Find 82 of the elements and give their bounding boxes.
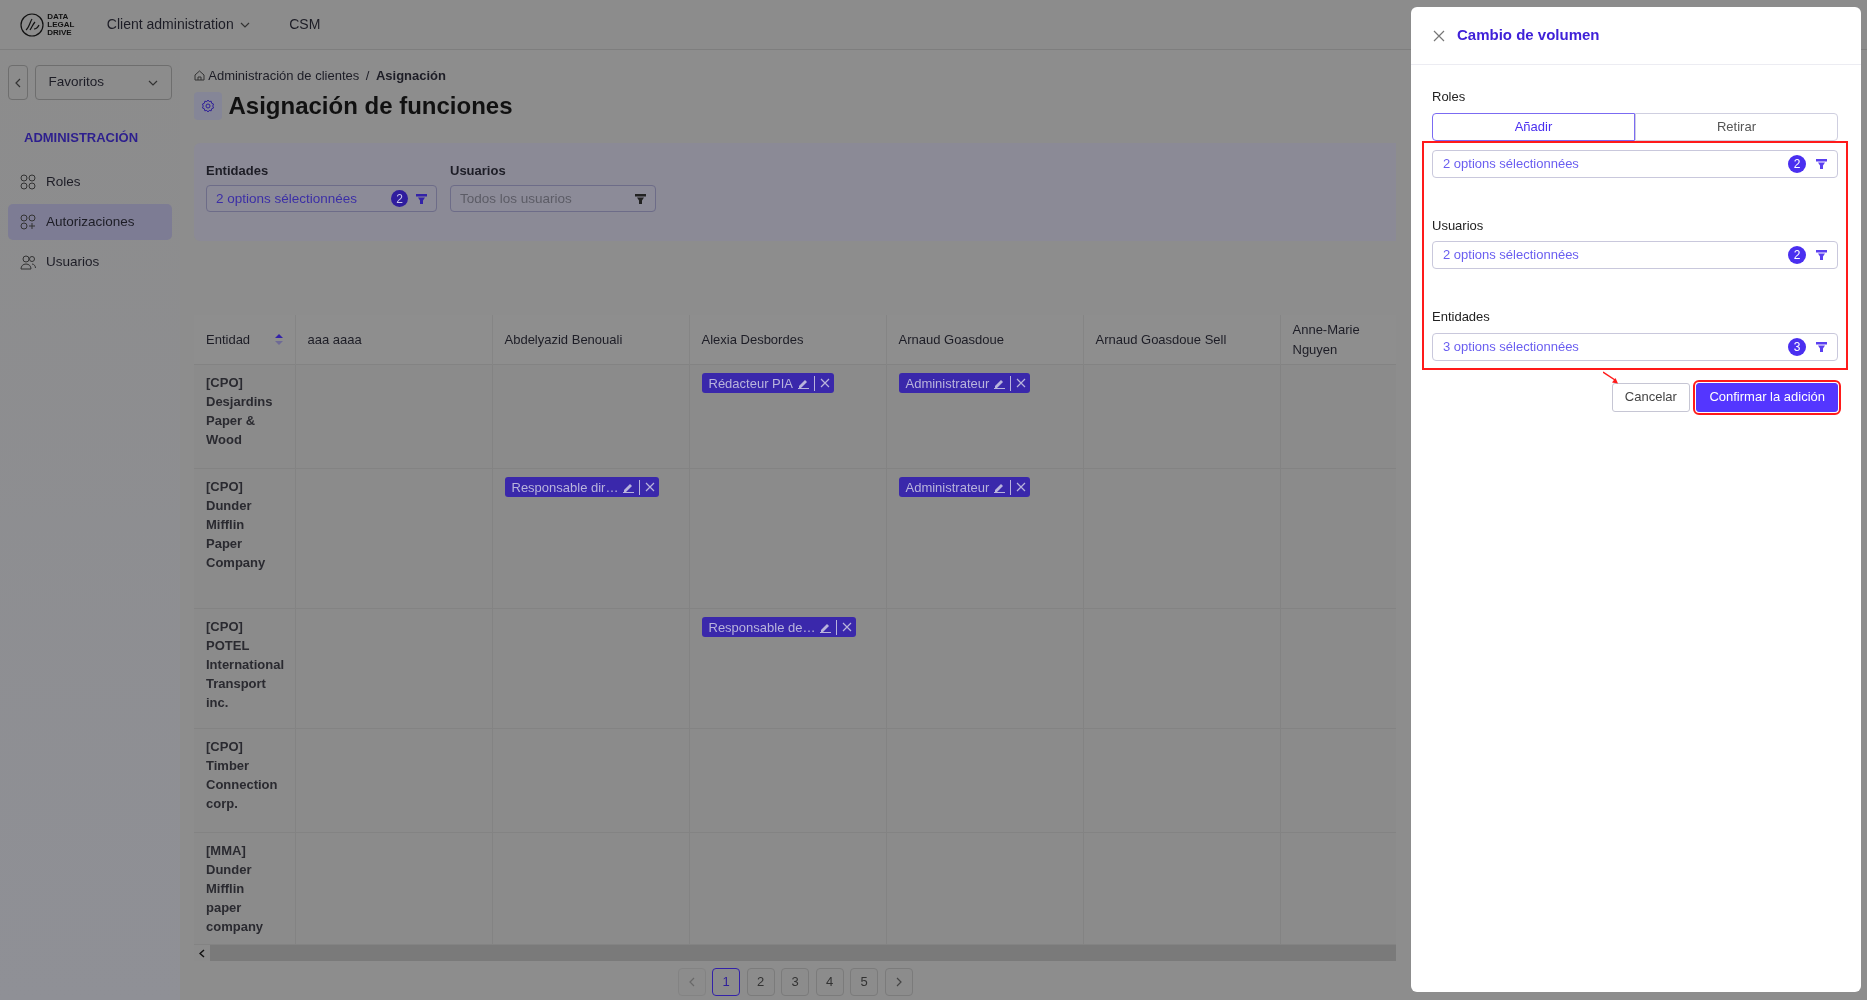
entity-name: [MMA] Dunder Mifflin paper company bbox=[206, 842, 265, 937]
count-badge: 2 bbox=[1788, 154, 1806, 173]
filter-icon bbox=[1816, 158, 1827, 169]
sidebar-item[interactable]: Autorizaciones bbox=[8, 203, 172, 240]
filter-icon bbox=[416, 193, 427, 204]
multi-select-field[interactable]: 3 options sélectionnées 3 bbox=[1432, 332, 1838, 361]
role-label: Responsable dir… bbox=[511, 478, 619, 497]
role-label: Administrateur bbox=[905, 374, 990, 393]
column-header: aaa aaaa bbox=[307, 330, 362, 349]
mode-tab[interactable]: Añadir bbox=[1432, 112, 1635, 141]
chevron-down-icon bbox=[148, 79, 158, 86]
nav-menu-item[interactable]: CSM bbox=[289, 14, 321, 35]
page-button[interactable]: 2 bbox=[746, 967, 775, 996]
page-title: Asignación de funciones bbox=[228, 92, 513, 121]
close-icon bbox=[1433, 29, 1445, 42]
entity-name: [CPO] Desjardins Paper & Wood bbox=[206, 374, 274, 450]
filter-label: Usuarios bbox=[450, 161, 507, 180]
column-header: Entidad bbox=[206, 330, 251, 349]
logo-icon bbox=[20, 12, 44, 37]
filter-icon bbox=[635, 193, 646, 204]
panel-title: Cambio de volumen bbox=[1457, 25, 1600, 46]
close-icon[interactable] bbox=[645, 482, 656, 493]
grid-plus-icon bbox=[20, 213, 36, 230]
close-button[interactable] bbox=[1433, 29, 1445, 42]
entity-name: [CPO] POTEL International Transport inc. bbox=[206, 618, 283, 713]
cancel-button[interactable]: Cancelar bbox=[1611, 382, 1690, 412]
horizontal-scrollbar[interactable] bbox=[194, 945, 1396, 962]
pencil-icon[interactable] bbox=[994, 481, 1006, 493]
column-header: Arnaud Goasdoue bbox=[898, 330, 1005, 349]
chevron-left-icon bbox=[688, 976, 695, 987]
count-badge: 2 bbox=[1788, 246, 1806, 264]
favorites-select[interactable]: Favoritos bbox=[34, 65, 172, 100]
sort-icon[interactable] bbox=[274, 334, 283, 346]
close-icon[interactable] bbox=[1016, 378, 1027, 389]
field-label: Entidades bbox=[1432, 308, 1491, 326]
multi-select-field[interactable]: 2 options sélectionnées 2 bbox=[1432, 149, 1838, 178]
sidebar-item[interactable]: Roles bbox=[8, 163, 172, 200]
breadcrumb-current: Asignación bbox=[375, 67, 446, 85]
page-button[interactable]: 5 bbox=[850, 967, 878, 996]
column-header: Anne-Marie Nguyen bbox=[1292, 321, 1361, 359]
breadcrumb-link[interactable]: Administración de clientes bbox=[208, 66, 360, 86]
role-label: Rédacteur PIA bbox=[708, 374, 794, 393]
nav-menu-item[interactable]: Client administration bbox=[106, 14, 251, 35]
chevron-left-icon[interactable] bbox=[199, 948, 205, 958]
field-label: Roles bbox=[1432, 88, 1467, 106]
mode-tab[interactable]: Retirar bbox=[1635, 112, 1838, 141]
users-icon bbox=[20, 254, 36, 271]
role-label: Responsable de… bbox=[708, 618, 816, 637]
filter-dropdown[interactable]: 2 options sélectionnées 2 bbox=[206, 185, 437, 213]
pencil-icon[interactable] bbox=[994, 377, 1006, 389]
page-button[interactable]: 4 bbox=[815, 967, 844, 996]
role-label: Administrateur bbox=[905, 478, 990, 497]
page-button[interactable]: 3 bbox=[781, 967, 809, 996]
page-button[interactable]: 1 bbox=[712, 967, 740, 996]
count-badge: 3 bbox=[1788, 337, 1806, 356]
chevron-left-icon bbox=[15, 77, 21, 88]
filter-icon bbox=[1816, 250, 1827, 260]
section-heading: ADMINISTRACIÓN bbox=[23, 129, 140, 147]
sidebar-item[interactable]: Usuarios bbox=[8, 244, 172, 281]
column-header: Arnaud Goasdoue Sell bbox=[1095, 330, 1227, 349]
filter-icon bbox=[1816, 341, 1827, 352]
entity-name: [CPO] Dunder Mifflin Paper Company bbox=[206, 478, 267, 573]
column-header: Abdelyazid Benouali bbox=[504, 330, 623, 349]
pencil-icon[interactable] bbox=[820, 621, 832, 633]
grid-icon bbox=[20, 173, 36, 190]
entity-name: [CPO] Timber Connection corp. bbox=[206, 738, 279, 814]
filter-label: Entidades bbox=[206, 161, 270, 180]
gear-icon bbox=[201, 99, 215, 114]
logo-text: DATA LEGAL DRIVE bbox=[47, 12, 75, 37]
pencil-icon[interactable] bbox=[798, 377, 810, 389]
close-icon[interactable] bbox=[1016, 482, 1027, 493]
home-icon bbox=[194, 70, 205, 82]
field-label: Usuarios bbox=[1432, 216, 1485, 235]
breadcrumb-separator: / bbox=[365, 67, 370, 85]
pencil-icon[interactable] bbox=[623, 481, 635, 493]
chevron-right-icon bbox=[895, 976, 902, 987]
close-icon[interactable] bbox=[842, 622, 853, 633]
count-badge: 2 bbox=[391, 190, 408, 208]
close-icon[interactable] bbox=[820, 378, 831, 389]
confirm-button[interactable]: Confirmar la adición bbox=[1696, 382, 1838, 412]
multi-select-field[interactable]: 2 options sélectionnées 2 bbox=[1432, 241, 1838, 269]
column-header: Alexia Desbordes bbox=[701, 330, 804, 349]
